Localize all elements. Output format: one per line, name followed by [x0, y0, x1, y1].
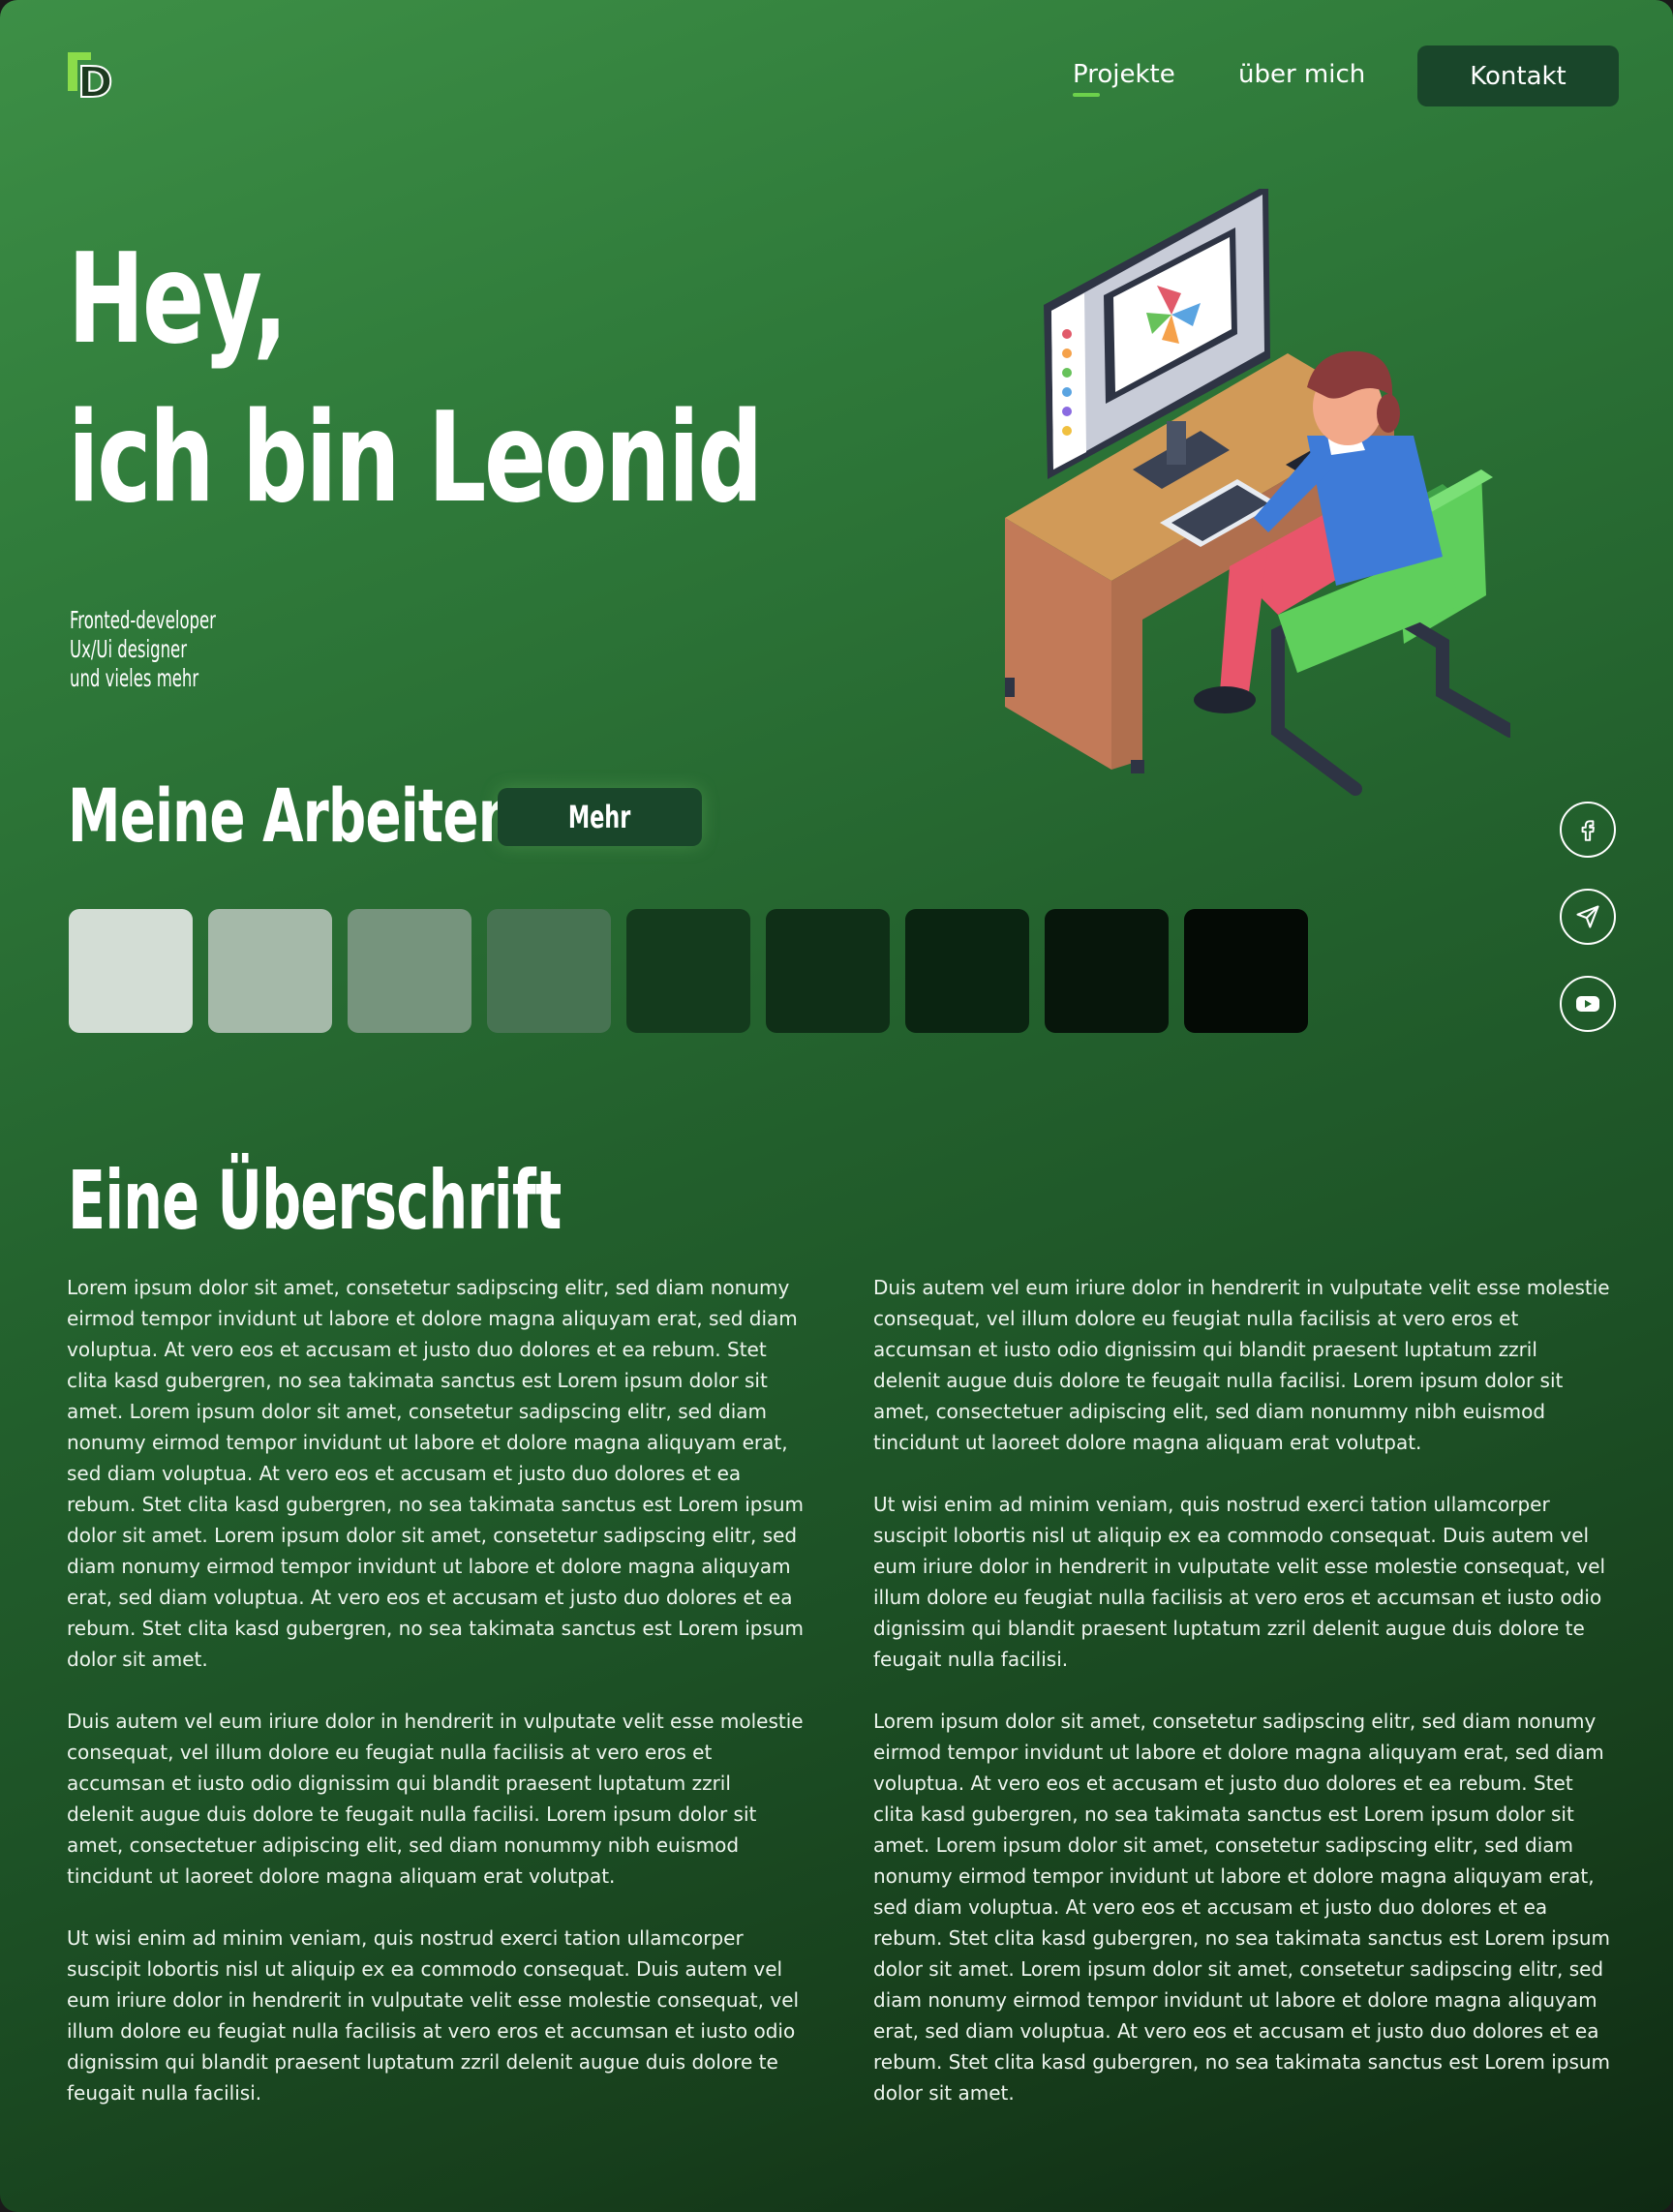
- work-thumbnail[interactable]: [905, 909, 1029, 1033]
- facebook-icon: [1581, 820, 1595, 841]
- hero-title-line: Hey,: [68, 227, 288, 372]
- active-indicator: [1073, 93, 1100, 97]
- hero-title-line: ich bin Leonid: [68, 386, 763, 530]
- youtube-icon: [1576, 996, 1599, 1012]
- paragraph-line: Lorem ipsum dolor sit amet, consetetur s…: [67, 1276, 790, 1299]
- paragraph-line: accumsan et iusto odio dignissim qui bla…: [67, 1772, 731, 1795]
- role-item: Fronted-developer: [70, 606, 216, 634]
- paragraph-line: suscipit lobortis nisl ut aliquip ex ea …: [67, 1957, 783, 1981]
- paragraph-line: rebum. Stet clita kasd gubergren, no sea…: [67, 1617, 805, 1640]
- paragraph: Duis autem vel eum iriure dolor in hendr…: [67, 1706, 804, 1892]
- paragraph: Duis autem vel eum iriure dolor in hendr…: [873, 1272, 1610, 1458]
- logo-letter: D: [77, 58, 113, 106]
- work-thumbnail[interactable]: [626, 909, 750, 1033]
- paragraph-line: eum iriure dolor in hendrerit in vulputa…: [67, 1988, 800, 2012]
- paragraph-line: rebum. Stet clita kasd gubergren, no sea…: [67, 1493, 805, 1516]
- work-thumbnail[interactable]: [69, 909, 193, 1033]
- paragraph-line: Duis autem vel eum iriure dolor in hendr…: [67, 1710, 804, 1733]
- paragraph-line: dolor sit amet.: [873, 2081, 1015, 2105]
- paragraph: Ut wisi enim ad minim veniam, quis nostr…: [873, 1489, 1606, 1675]
- paragraph: Lorem ipsum dolor sit amet, consetetur s…: [873, 1706, 1611, 2108]
- contact-button-label: Kontakt: [1470, 61, 1567, 91]
- nav-link-projekte[interactable]: Projekte: [1073, 60, 1175, 97]
- youtube-link[interactable]: [1560, 976, 1616, 1032]
- paragraph-line: dolor sit amet. Lorem ipsum dolor sit am…: [873, 1957, 1604, 1981]
- paragraph-line: illum dolore eu feugiat nulla facilisis …: [873, 1586, 1602, 1609]
- paragraph-line: dolor sit amet.: [67, 1648, 208, 1671]
- work-thumbnail[interactable]: [766, 909, 890, 1033]
- paragraph-line: erat, sed diam voluptua. At vero eos et …: [873, 2019, 1599, 2043]
- role-item: und vieles mehr: [70, 664, 199, 692]
- paragraph-line: sed diam voluptua. At vero eos et accusa…: [873, 1895, 1548, 1919]
- contact-button[interactable]: Kontakt: [1417, 45, 1619, 106]
- paragraph-line: dignissim qui blandit praesent luptatum …: [67, 2050, 778, 2074]
- hero-roles: Fronted-developer Ux/Ui designer und vie…: [70, 606, 216, 693]
- works-title: Meine Arbeiten: [68, 773, 516, 859]
- paragraph-line: delenit augue duis dolore te feugait nul…: [873, 1369, 1564, 1392]
- paragraph-line: rebum. Stet clita kasd gubergren, no sea…: [873, 1926, 1611, 1950]
- paragraph-line: illum dolore eu feugiat nulla facilisis …: [67, 2019, 796, 2043]
- paragraph-line: feugait nulla facilisi.: [873, 1648, 1069, 1671]
- paragraph-line: sed diam voluptua. At vero eos et accusa…: [67, 1462, 742, 1485]
- work-thumbnail[interactable]: [1045, 909, 1169, 1033]
- paragraph-line: voluptua. At vero eos et accusam et just…: [873, 1772, 1573, 1795]
- send-link[interactable]: [1560, 889, 1616, 945]
- more-works-button-label: Mehr: [568, 799, 631, 835]
- logo-icon[interactable]: D: [66, 48, 118, 106]
- work-thumbnail[interactable]: [348, 909, 471, 1033]
- paragraph-line: eirmod tempor invidunt ut labore et dolo…: [67, 1307, 798, 1330]
- paragraph-line: accumsan et iusto odio dignissim qui bla…: [873, 1338, 1537, 1361]
- paragraph-line: eirmod tempor invidunt ut labore et dolo…: [873, 1741, 1604, 1764]
- paragraph-line: tincidunt ut laoreet dolore magna aliqua…: [67, 1864, 616, 1888]
- paragraph-line: Lorem ipsum dolor sit amet, consetetur s…: [873, 1710, 1597, 1733]
- paragraph-line: amet, consectetuer adipiscing elit, sed …: [67, 1833, 740, 1857]
- paragraph-line: delenit augue duis dolore te feugait nul…: [67, 1803, 757, 1826]
- paragraph-line: dignissim qui blandit praesent luptatum …: [873, 1617, 1585, 1640]
- paragraph-line: amet. Lorem ipsum dolor sit amet, conset…: [67, 1400, 767, 1423]
- paragraph-line: Ut wisi enim ad minim veniam, quis nostr…: [67, 1926, 744, 1950]
- paragraph-line: clita kasd gubergren, no sea takimata sa…: [67, 1369, 768, 1392]
- paragraph-line: amet. Lorem ipsum dolor sit amet, conset…: [873, 1833, 1573, 1857]
- work-thumbnail[interactable]: [208, 909, 332, 1033]
- paragraph: Lorem ipsum dolor sit amet, consetetur s…: [67, 1272, 805, 1675]
- paragraph-line: voluptua. At vero eos et accusam et just…: [67, 1338, 767, 1361]
- portfolio-page: D Projekte über mich Kontakt Hey, ich bi…: [0, 0, 1673, 2212]
- more-works-button[interactable]: Mehr: [498, 788, 702, 846]
- paragraph-line: nonumy eirmod tempor invidunt ut labore …: [67, 1431, 788, 1454]
- paragraph-line: diam nonumy eirmod tempor invidunt ut la…: [67, 1555, 791, 1578]
- hero-title: Hey, ich bin Leonid: [68, 221, 763, 538]
- paragraph-line: Ut wisi enim ad minim veniam, quis nostr…: [873, 1493, 1550, 1516]
- paragraph-line: consequat, vel illum dolore eu feugiat n…: [873, 1307, 1519, 1330]
- paragraph-line: consequat, vel illum dolore eu feugiat n…: [67, 1741, 713, 1764]
- work-thumbnail[interactable]: [1184, 909, 1308, 1033]
- nav-link-label: über mich: [1238, 60, 1366, 89]
- text-column-right: Duis autem vel eum iriure dolor in hendr…: [873, 1272, 1611, 2139]
- paragraph-line: suscipit lobortis nisl ut aliquip ex ea …: [873, 1524, 1590, 1547]
- paragraph-line: Duis autem vel eum iriure dolor in hendr…: [873, 1276, 1610, 1299]
- role-item: Ux/Ui designer: [70, 635, 187, 663]
- paragraph-line: diam nonumy eirmod tempor invidunt ut la…: [873, 1988, 1597, 2012]
- facebook-link[interactable]: [1560, 802, 1616, 858]
- paragraph-line: feugait nulla facilisi.: [67, 2081, 262, 2105]
- nav-link-label: Projekte: [1073, 60, 1175, 89]
- paragraph-line: tincidunt ut laoreet dolore magna aliqua…: [873, 1431, 1422, 1454]
- paragraph-line: amet, consectetuer adipiscing elit, sed …: [873, 1400, 1546, 1423]
- paragraph-line: dolor sit amet. Lorem ipsum dolor sit am…: [67, 1524, 798, 1547]
- text-column-left: Lorem ipsum dolor sit amet, consetetur s…: [67, 1272, 805, 2139]
- work-thumbnail[interactable]: [487, 909, 611, 1033]
- paragraph-line: eum iriure dolor in hendrerit in vulputa…: [873, 1555, 1606, 1578]
- section-title: Eine Überschrift: [68, 1153, 562, 1248]
- developer-at-desk-illustration: [1005, 189, 1510, 796]
- paragraph-line: nonumy eirmod tempor invidunt ut labore …: [873, 1864, 1595, 1888]
- paragraph-line: erat, sed diam voluptua. At vero eos et …: [67, 1586, 793, 1609]
- paragraph-line: rebum. Stet clita kasd gubergren, no sea…: [873, 2050, 1611, 2074]
- paragraph: Ut wisi enim ad minim veniam, quis nostr…: [67, 1923, 800, 2108]
- send-icon: [1576, 905, 1599, 928]
- nav-link-about[interactable]: über mich: [1238, 60, 1365, 89]
- paragraph-line: clita kasd gubergren, no sea takimata sa…: [873, 1803, 1574, 1826]
